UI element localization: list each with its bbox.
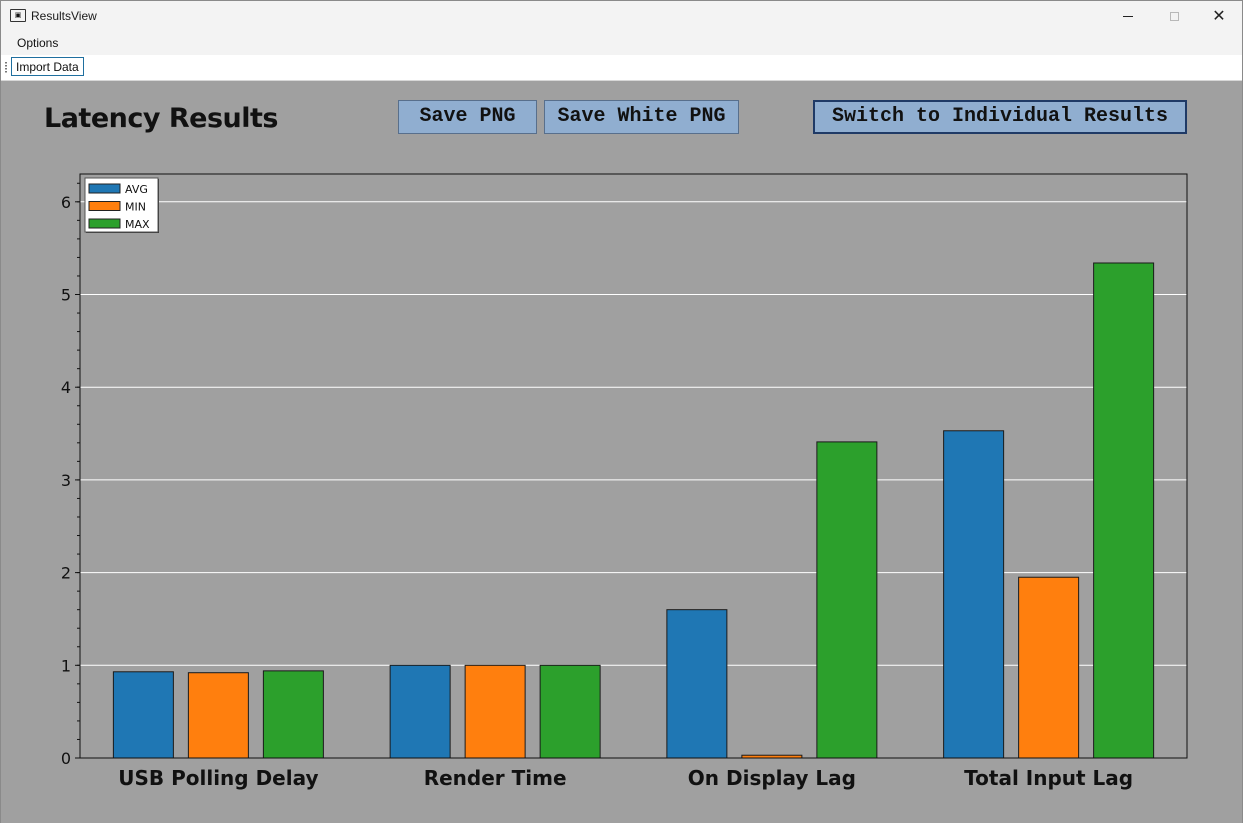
x-category-label: Total Input Lag [964, 766, 1133, 790]
y-tick-label: 1 [61, 656, 71, 675]
menu-bar: Options [1, 31, 1242, 55]
y-tick-label: 5 [61, 286, 71, 305]
bar-max [539, 664, 601, 759]
x-category-label: On Display Lag [688, 766, 856, 790]
legend-swatch-max [88, 218, 121, 229]
bar-avg [112, 671, 174, 759]
close-button[interactable]: ✕ [1196, 1, 1242, 31]
maximize-button[interactable] [1151, 1, 1197, 31]
bar-max [1093, 262, 1155, 759]
x-category-label: Render Time [424, 766, 567, 790]
close-icon: ✕ [1212, 6, 1226, 25]
bar-max [262, 670, 324, 759]
legend-label-max: MAX [125, 218, 150, 231]
minimize-icon [1123, 15, 1133, 17]
title-bar[interactable]: ▣ ResultsView ✕ [1, 1, 1242, 31]
y-tick-label: 6 [61, 193, 71, 212]
bar-avg [389, 664, 451, 759]
legend-swatch-avg [88, 183, 121, 194]
monitor-icon: ▣ [10, 9, 26, 22]
maximize-icon [1169, 11, 1179, 21]
bar-min [464, 664, 526, 759]
minimize-button[interactable] [1105, 1, 1151, 31]
bar-avg [943, 430, 1005, 759]
toolbar-grip-icon[interactable] [5, 62, 7, 74]
window-title: ResultsView [31, 9, 97, 23]
y-tick-label: 4 [61, 378, 71, 397]
legend-label-avg: AVG [125, 183, 148, 196]
menu-options[interactable]: Options [17, 36, 58, 50]
bar-min [1018, 576, 1080, 759]
import-data-button[interactable]: Import Data [11, 57, 84, 76]
bar-max [816, 441, 878, 759]
latency-bar-chart: 0 1 2 3 4 5 6 USB Polling Delay Render Time On Di… [61, 173, 1188, 790]
bar-avg [666, 609, 728, 759]
results-window: ▣ ResultsView ✕ Options Import Data Late… [0, 0, 1243, 823]
x-category-label: USB Polling Delay [118, 766, 318, 790]
results-panel: Latency Results Save PNG Save White PNG … [1, 81, 1242, 823]
y-tick-label: 0 [61, 749, 71, 768]
legend-label-min: MIN [125, 201, 146, 214]
bar-min [187, 672, 249, 759]
y-tick-label: 2 [61, 564, 71, 583]
y-tick-label: 3 [61, 471, 71, 490]
toolbar: Import Data [1, 55, 1242, 81]
legend-swatch-min [88, 201, 121, 211]
